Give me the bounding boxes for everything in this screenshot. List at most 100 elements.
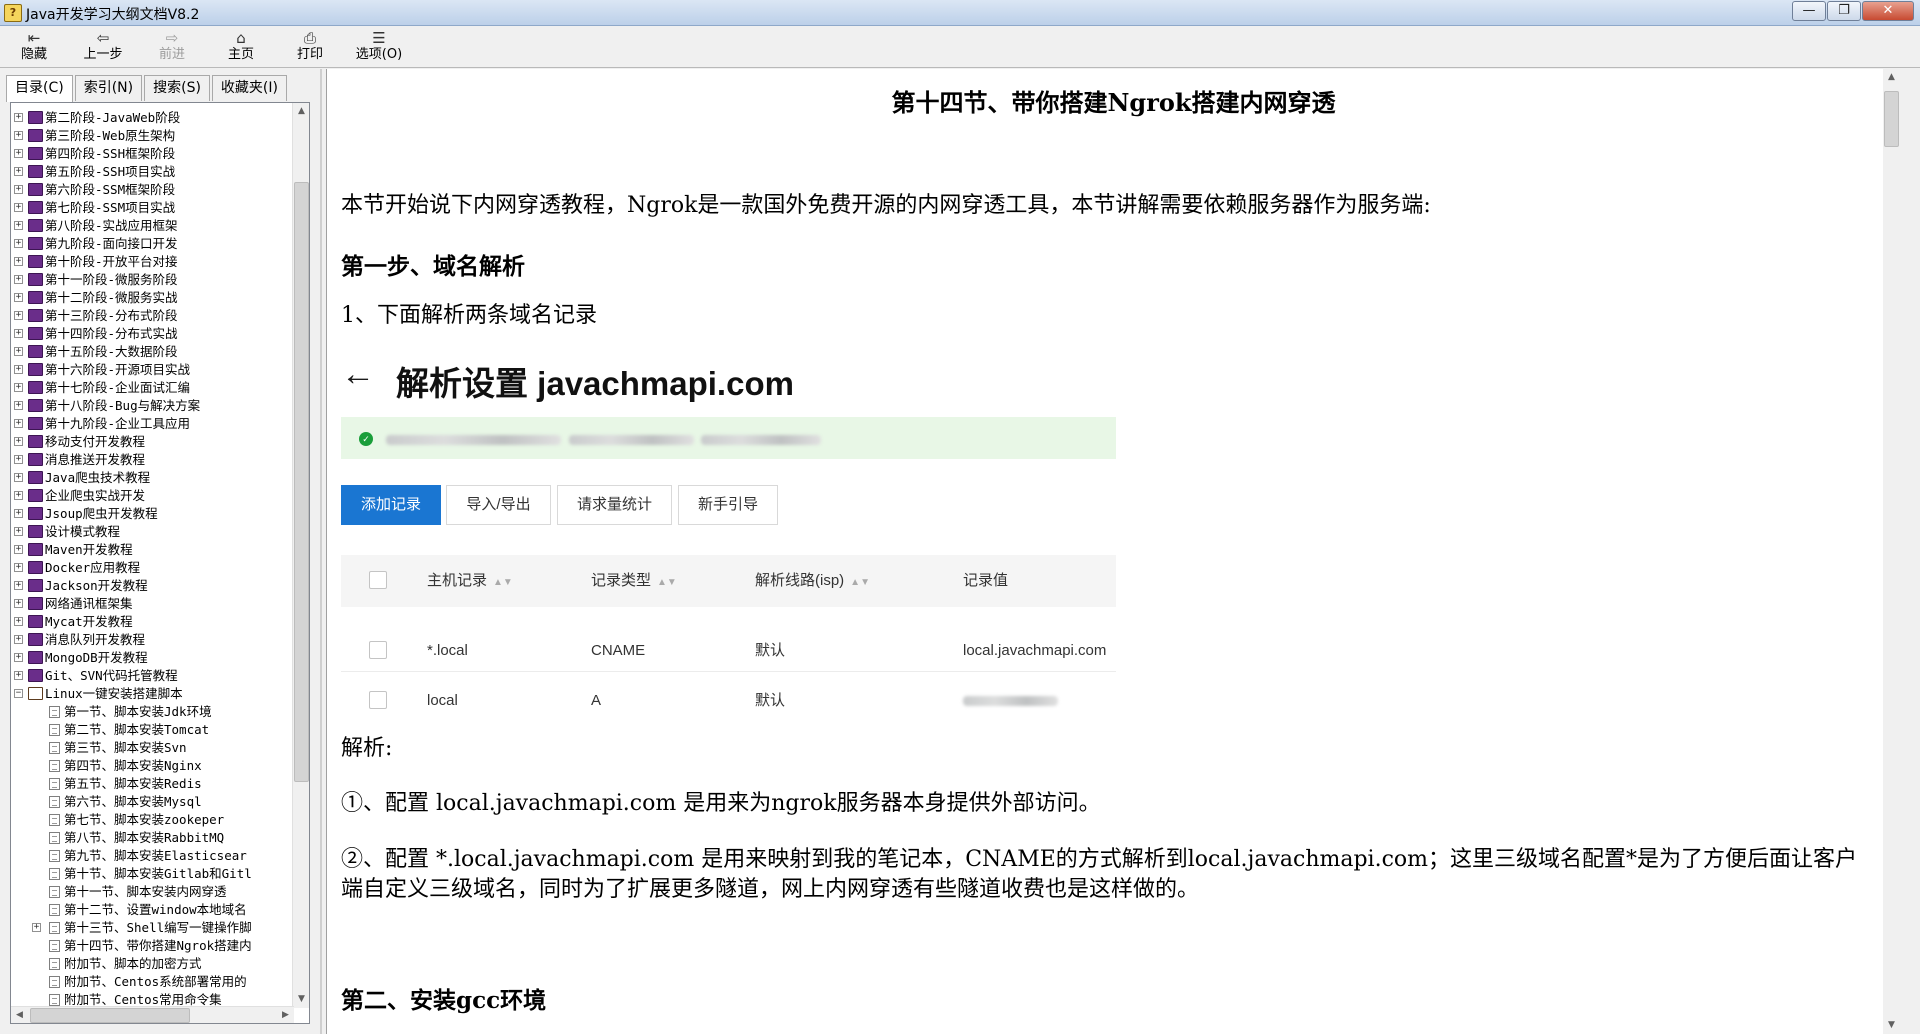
tree-item[interactable]: + Jsoup爬虫开发教程 bbox=[11, 505, 291, 523]
tree-item[interactable]: + Jackson开发教程 bbox=[11, 577, 291, 595]
tree-item[interactable]: + 消息队列开发教程 bbox=[11, 631, 291, 649]
maximize-button[interactable]: ❐ bbox=[1827, 1, 1861, 21]
expand-icon[interactable]: + bbox=[14, 239, 23, 248]
tree-item[interactable]: + 企业爬虫实战开发 bbox=[11, 487, 291, 505]
tree-item[interactable]: + 消息推送开发教程 bbox=[11, 451, 291, 469]
expand-icon[interactable]: + bbox=[14, 455, 23, 464]
expand-icon[interactable]: + bbox=[14, 257, 23, 266]
tree-item[interactable]: + 第十三阶段-分布式阶段 bbox=[11, 307, 291, 325]
expand-icon[interactable]: + bbox=[14, 617, 23, 626]
expand-icon[interactable]: + bbox=[14, 473, 23, 482]
tree-item[interactable]: + 第十六阶段-开源项目实战 bbox=[11, 361, 291, 379]
tab-favorites[interactable]: 收藏夹(I) bbox=[211, 75, 287, 101]
expand-icon[interactable]: + bbox=[14, 149, 23, 158]
expand-icon[interactable]: + bbox=[14, 131, 23, 140]
tree-item[interactable]: + 第十八阶段-Bug与解决方案 bbox=[11, 397, 291, 415]
expand-icon[interactable]: + bbox=[14, 563, 23, 572]
minimize-button[interactable]: — bbox=[1792, 1, 1826, 21]
tree-item[interactable]: + Mycat开发教程 bbox=[11, 613, 291, 631]
tree-item[interactable]: + MongoDB开发教程 bbox=[11, 649, 291, 667]
back-button[interactable]: ⇦ 上一步 bbox=[73, 29, 133, 65]
content-scroll-up-icon[interactable]: ▲ bbox=[1883, 69, 1900, 86]
expand-icon[interactable]: + bbox=[14, 293, 23, 302]
expand-icon[interactable]: + bbox=[14, 275, 23, 284]
tree-item[interactable]: 第十节、脚本安装Gitlab和Gitl bbox=[11, 865, 291, 883]
tree-item[interactable]: + 第六阶段-SSM框架阶段 bbox=[11, 181, 291, 199]
tree-item[interactable]: + 第九阶段-面向接口开发 bbox=[11, 235, 291, 253]
close-button[interactable]: ✕ bbox=[1862, 1, 1914, 21]
tree-item[interactable]: 第一节、脚本安装Jdk环境 bbox=[11, 703, 291, 721]
tree-item[interactable]: + 第十四阶段-分布式实战 bbox=[11, 325, 291, 343]
tree-item[interactable]: + 第十三节、Shell编写一键操作脚 bbox=[11, 919, 291, 937]
tree-item[interactable]: + 设计模式教程 bbox=[11, 523, 291, 541]
tree-item[interactable]: + 第四阶段-SSH框架阶段 bbox=[11, 145, 291, 163]
expand-icon[interactable]: + bbox=[14, 581, 23, 590]
expand-icon[interactable]: + bbox=[14, 185, 23, 194]
tree-hscroll-thumb[interactable] bbox=[30, 1008, 190, 1023]
tree-item[interactable]: 第三节、脚本安装Svn bbox=[11, 739, 291, 757]
tree-item[interactable]: 第七节、脚本安装zookeper bbox=[11, 811, 291, 829]
home-button[interactable]: ⌂ 主页 bbox=[211, 29, 271, 65]
expand-icon[interactable]: + bbox=[14, 635, 23, 644]
tree-item[interactable]: 附加节、Centos系统部署常用的 bbox=[11, 973, 291, 991]
tab-index[interactable]: 索引(N) bbox=[74, 75, 143, 101]
expand-icon[interactable]: + bbox=[14, 221, 23, 230]
expand-icon[interactable]: + bbox=[14, 491, 23, 500]
expand-icon[interactable]: + bbox=[14, 599, 23, 608]
expand-icon[interactable]: + bbox=[14, 329, 23, 338]
content-scroll-down-icon[interactable]: ▼ bbox=[1883, 1017, 1900, 1034]
expand-icon[interactable]: + bbox=[14, 653, 23, 662]
expand-icon[interactable]: + bbox=[14, 347, 23, 356]
expand-icon[interactable]: + bbox=[14, 419, 23, 428]
tree-item[interactable]: 第十一节、脚本安装内网穿透 bbox=[11, 883, 291, 901]
expand-icon[interactable]: + bbox=[14, 527, 23, 536]
options-button[interactable]: ☰ 选项(O) bbox=[349, 29, 409, 65]
tree-item[interactable]: 第十二节、设置window本地域名 bbox=[11, 901, 291, 919]
expand-icon[interactable]: + bbox=[14, 383, 23, 392]
tree-item[interactable]: + 第十阶段-开放平台对接 bbox=[11, 253, 291, 271]
content-scroll-thumb[interactable] bbox=[1884, 91, 1899, 147]
expand-icon[interactable]: + bbox=[14, 437, 23, 446]
tree-item[interactable]: + 第八阶段-实战应用框架 bbox=[11, 217, 291, 235]
tree-item[interactable]: + 移动支付开发教程 bbox=[11, 433, 291, 451]
tree-item[interactable]: 第四节、脚本安装Nginx bbox=[11, 757, 291, 775]
print-button[interactable]: ⎙ 打印 bbox=[280, 29, 340, 65]
forward-button[interactable]: ⇨ 前进 bbox=[142, 29, 202, 65]
tree-item[interactable]: + 第二阶段-JavaWeb阶段 bbox=[11, 109, 291, 127]
tree-item[interactable]: + Maven开发教程 bbox=[11, 541, 291, 559]
expand-icon[interactable]: + bbox=[14, 509, 23, 518]
expand-icon[interactable]: + bbox=[14, 113, 23, 122]
expand-icon[interactable]: + bbox=[32, 923, 41, 932]
tree-item[interactable]: + Docker应用教程 bbox=[11, 559, 291, 577]
scroll-down-arrow-icon[interactable]: ▼ bbox=[293, 991, 309, 1008]
tree-item[interactable]: 第九节、脚本安装Elasticsear bbox=[11, 847, 291, 865]
tree-item[interactable]: 附加节、脚本的加密方式 bbox=[11, 955, 291, 973]
tree-item[interactable]: + Java爬虫技术教程 bbox=[11, 469, 291, 487]
expand-icon[interactable]: + bbox=[14, 311, 23, 320]
tab-contents[interactable]: 目录(C) bbox=[6, 75, 73, 102]
expand-icon[interactable]: + bbox=[14, 545, 23, 554]
tree-vertical-scrollbar[interactable]: ▲ ▼ bbox=[292, 103, 309, 1008]
hide-button[interactable]: ⇤ 隐藏 bbox=[4, 29, 64, 65]
scroll-right-arrow-icon[interactable]: ▶ bbox=[277, 1007, 294, 1023]
tab-search[interactable]: 搜索(S) bbox=[144, 75, 210, 101]
tree-item[interactable]: + 第三阶段-Web原生架构 bbox=[11, 127, 291, 145]
tree-item[interactable]: + 第十五阶段-大数据阶段 bbox=[11, 343, 291, 361]
tree-item[interactable]: + 第五阶段-SSH项目实战 bbox=[11, 163, 291, 181]
expand-icon[interactable]: + bbox=[14, 365, 23, 374]
content-vertical-scrollbar[interactable]: ▲ ▼ bbox=[1883, 69, 1900, 1034]
expand-icon[interactable]: + bbox=[14, 401, 23, 410]
tree-horizontal-scrollbar[interactable]: ◀ ▶ bbox=[11, 1006, 294, 1023]
tree-item[interactable]: + Git、SVN代码托管教程 bbox=[11, 667, 291, 685]
expand-icon[interactable]: + bbox=[14, 203, 23, 212]
scroll-up-arrow-icon[interactable]: ▲ bbox=[293, 103, 309, 120]
tree-item[interactable]: + 第十一阶段-微服务阶段 bbox=[11, 271, 291, 289]
scroll-left-arrow-icon[interactable]: ◀ bbox=[11, 1007, 28, 1023]
expand-icon[interactable]: + bbox=[14, 167, 23, 176]
tree-item[interactable]: + 网络通讯框架集 bbox=[11, 595, 291, 613]
tree-item[interactable]: 第二节、脚本安装Tomcat bbox=[11, 721, 291, 739]
tree-item[interactable]: + 第十七阶段-企业面试汇编 bbox=[11, 379, 291, 397]
tree-item[interactable]: 第八节、脚本安装RabbitMQ bbox=[11, 829, 291, 847]
tree-scroll-thumb[interactable] bbox=[294, 182, 309, 782]
tree-item[interactable]: 第五节、脚本安装Redis bbox=[11, 775, 291, 793]
